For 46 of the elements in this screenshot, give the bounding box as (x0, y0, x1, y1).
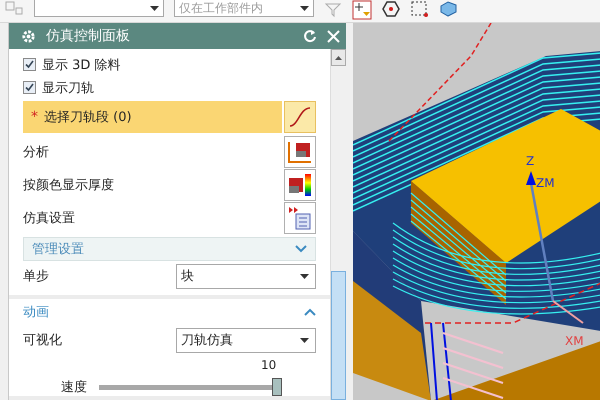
checkbox-label: 显示刀轨 (42, 80, 94, 96)
action-label: 分析 (23, 144, 49, 160)
action-label: 按颜色显示厚度 (23, 176, 114, 194)
checkbox[interactable] (23, 81, 36, 94)
scrollbar-thumb[interactable] (331, 271, 346, 400)
select-toolpath-bar[interactable]: * 选择刀轨段 (0) (23, 101, 282, 133)
selection-rectangle-icon[interactable] (410, 0, 428, 18)
chevron-up-icon (304, 308, 316, 316)
slider-thumb[interactable] (272, 378, 282, 396)
caret-icon (150, 6, 159, 10)
panel-title: 仿真控制面板 (46, 27, 131, 45)
close-icon[interactable] (327, 30, 340, 42)
action-label: 仿真设置 (23, 210, 75, 226)
curve-icon (288, 106, 312, 128)
step-label: 单步 (23, 268, 49, 285)
arrow-up-icon (335, 56, 342, 60)
color-scale-icon (287, 172, 313, 198)
graphics-viewport[interactable]: Z ZM XM (353, 23, 600, 400)
crosshair-filter-icon[interactable] (352, 0, 372, 20)
hexagon-icon[interactable] (382, 0, 400, 18)
step-dropdown[interactable]: 块 (176, 264, 316, 288)
axis-label: XM (565, 334, 584, 348)
checkbox[interactable] (23, 58, 36, 71)
play-list-icon (287, 204, 313, 230)
speed-label: 速度 (61, 379, 87, 396)
axis-label: Z (526, 154, 534, 168)
caret-icon (300, 338, 309, 342)
select-label: 选择刀轨段 (0) (44, 109, 132, 126)
action-button[interactable] (284, 202, 316, 234)
speed-reading: 10 (261, 358, 276, 372)
action-button[interactable] (284, 136, 316, 168)
visualize-label: 可视化 (23, 332, 62, 349)
visualize-dropdown[interactable]: 刀轨仿真 (176, 328, 316, 352)
curve-button[interactable] (284, 101, 316, 133)
scroll-up-button[interactable] (331, 49, 346, 66)
speed-slider[interactable] (99, 378, 282, 396)
checkbox-label: 显示 3D 除料 (42, 56, 121, 74)
action-button[interactable] (284, 168, 316, 200)
required-mark: * (31, 109, 38, 125)
reset-icon[interactable] (303, 29, 317, 43)
settings-icon[interactable] (21, 28, 36, 44)
chevron-down-icon (295, 245, 307, 253)
section-title: 动画 (23, 304, 49, 321)
caret-icon (300, 274, 309, 278)
caret-icon (300, 6, 309, 10)
axis-label: ZM (536, 176, 555, 190)
